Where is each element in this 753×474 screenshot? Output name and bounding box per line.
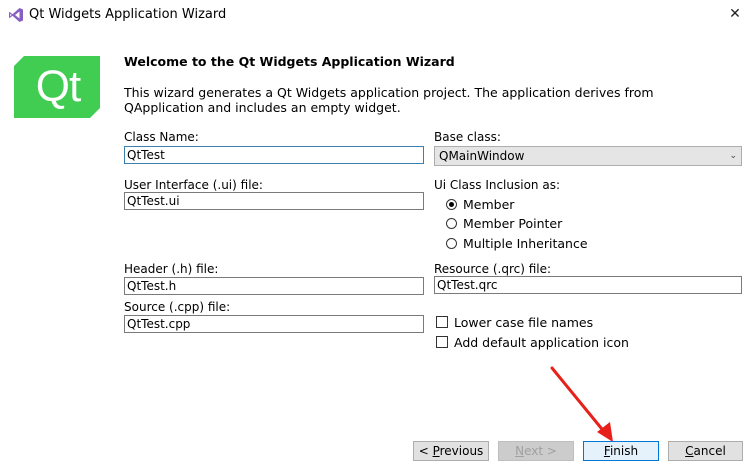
chevron-down-icon: ⌄ bbox=[729, 151, 737, 161]
source-file-label: Source (.cpp) file: bbox=[124, 300, 231, 314]
finish-button[interactable]: Finish bbox=[583, 441, 659, 461]
lower-case-checkbox[interactable] bbox=[436, 316, 448, 328]
base-class-label: Base class: bbox=[434, 130, 501, 144]
previous-button[interactable]: < Previous bbox=[413, 441, 489, 461]
wizard-description: This wizard generates a Qt Widgets appli… bbox=[124, 85, 654, 115]
qt-logo: Qt bbox=[14, 56, 100, 118]
arrow-shaft bbox=[550, 366, 608, 436]
radio-button[interactable] bbox=[446, 237, 457, 249]
radio-multiple-inheritance[interactable]: Multiple Inheritance bbox=[446, 234, 588, 252]
header-file-label: Header (.h) file: bbox=[124, 262, 219, 276]
window-title: Qt Widgets Application Wizard bbox=[29, 7, 227, 22]
resource-file-label: Resource (.qrc) file: bbox=[434, 262, 552, 276]
lower-case-checkbox-row[interactable]: Lower case file names bbox=[436, 313, 593, 331]
radio-member[interactable]: Member bbox=[446, 195, 514, 213]
cancel-mnemonic: C bbox=[685, 444, 694, 458]
header-file-input[interactable]: QtTest.h bbox=[124, 277, 424, 295]
base-class-value: QMainWindow bbox=[439, 149, 525, 163]
lower-case-label: Lower case file names bbox=[454, 314, 594, 330]
ui-file-input[interactable]: QtTest.ui bbox=[124, 192, 424, 210]
radio-label: Multiple Inheritance bbox=[463, 235, 588, 251]
previous-rest: revious bbox=[439, 444, 484, 458]
previous-prefix: < bbox=[418, 444, 433, 458]
qt-logo-text: Qt bbox=[35, 62, 81, 111]
default-icon-checkbox[interactable] bbox=[436, 336, 448, 348]
visual-studio-icon bbox=[8, 7, 24, 23]
default-icon-label: Add default application icon bbox=[454, 334, 629, 350]
class-name-label: Class Name: bbox=[124, 130, 199, 144]
next-mnemonic: N bbox=[515, 444, 525, 458]
radio-button[interactable] bbox=[446, 217, 457, 229]
cancel-rest: ancel bbox=[693, 444, 726, 458]
close-icon: ✕ bbox=[729, 6, 741, 22]
default-icon-checkbox-row[interactable]: Add default application icon bbox=[436, 333, 629, 351]
previous-mnemonic: P bbox=[432, 444, 440, 458]
annotation-arrow bbox=[550, 366, 613, 442]
radio-label: Member bbox=[463, 196, 515, 212]
finish-rest: inish bbox=[609, 444, 639, 458]
radio-label: Member Pointer bbox=[463, 215, 563, 231]
page-title: Welcome to the Qt Widgets Application Wi… bbox=[124, 54, 455, 69]
class-name-input[interactable]: QtTest bbox=[124, 146, 424, 164]
base-class-select[interactable]: QMainWindow ⌄ bbox=[434, 146, 742, 166]
next-rest: ext > bbox=[524, 444, 557, 458]
title-bar: Qt Widgets Application Wizard ✕ bbox=[0, 0, 753, 30]
radio-button[interactable] bbox=[446, 198, 457, 210]
ui-file-label: User Interface (.ui) file: bbox=[124, 178, 263, 192]
cancel-button[interactable]: Cancel bbox=[668, 441, 743, 461]
ui-inclusion-label: Ui Class Inclusion as: bbox=[434, 178, 560, 192]
resource-file-input[interactable]: QtTest.qrc bbox=[434, 276, 742, 294]
next-button[interactable]: Next > bbox=[498, 441, 574, 461]
radio-member-pointer[interactable]: Member Pointer bbox=[446, 214, 562, 232]
close-button[interactable]: ✕ bbox=[721, 2, 749, 26]
source-file-input[interactable]: QtTest.cpp bbox=[124, 315, 424, 333]
